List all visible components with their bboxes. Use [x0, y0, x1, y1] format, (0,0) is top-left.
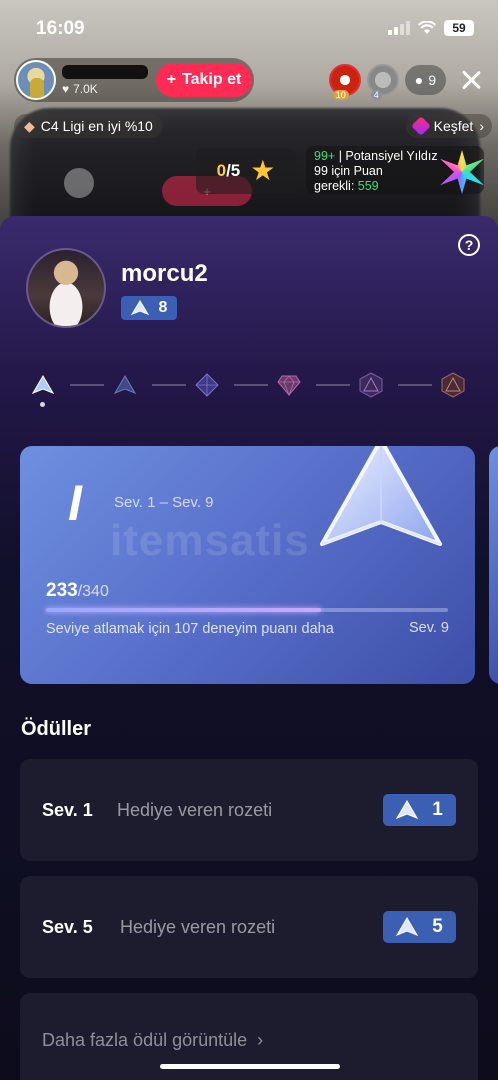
tier-6-icon[interactable]: [440, 372, 466, 398]
tier-1-icon[interactable]: [30, 372, 56, 398]
diamond-icon: ◆: [24, 117, 35, 134]
tier-5-icon[interactable]: [358, 372, 384, 398]
potential-rank: 99+: [314, 149, 336, 163]
level-number: 8: [158, 299, 168, 316]
shield-triangle-icon: [396, 800, 419, 819]
plus-icon: +: [166, 71, 177, 88]
wifi-icon: [418, 21, 436, 34]
reward-row[interactable]: Sev. 5 Hediye veren rozeti 5: [20, 876, 478, 978]
host-likes: ♥ 7.0K: [62, 82, 152, 96]
tier-range: Sev. 1 – Sev. 9: [114, 494, 214, 511]
follow-button[interactable]: + Takip et: [156, 63, 252, 97]
chevron-right-icon: ›: [479, 118, 484, 134]
tier-connector: [316, 384, 350, 386]
battery-indicator: 59: [444, 20, 474, 36]
next-level-label: Sev. 9: [408, 620, 449, 636]
reward-name: Hediye veren rozeti: [120, 917, 276, 937]
tier-large-triangle-icon: [320, 446, 442, 546]
tier-4-icon[interactable]: [276, 372, 302, 398]
tier-connector: [152, 384, 186, 386]
person-icon: ●: [414, 72, 424, 88]
status-icons: 59: [388, 20, 474, 36]
help-icon[interactable]: ?: [458, 234, 480, 256]
host-name-redacted: [62, 64, 148, 79]
league-text: C4 Ligi en iyi %10: [40, 118, 153, 134]
reward-badge: 5: [383, 911, 456, 943]
explore-label: Keşfet: [433, 118, 474, 134]
more-rewards-link[interactable]: Daha fazla ödül görüntüle ›: [42, 1030, 263, 1051]
reward-badge: 1: [383, 794, 456, 826]
xp-current: 233: [46, 580, 78, 601]
chevron-right-icon: ›: [257, 1030, 264, 1050]
reward-badge-level: 1: [432, 799, 443, 820]
viewer-badge: 4: [370, 90, 382, 100]
xp-max: /340: [77, 583, 109, 600]
heart-icon: ♥: [62, 81, 70, 96]
viewer-count: 9: [428, 72, 436, 88]
host-pill[interactable]: ♥ 7.0K + Takip et: [14, 58, 254, 102]
shield-triangle-icon: [130, 300, 149, 316]
top-viewer-1[interactable]: 10: [328, 64, 361, 100]
viewer-count-button[interactable]: ● 9: [404, 65, 446, 95]
tier-3-icon[interactable]: [194, 372, 220, 398]
host-info: ♥ 7.0K: [62, 64, 152, 96]
potential-title: Potansiyel Yıldız: [345, 149, 438, 163]
watermark: itemsatis: [110, 516, 310, 565]
more-rewards-label: Daha fazla ödül görüntüle: [42, 1030, 248, 1050]
profile-avatar: [26, 248, 106, 328]
explore-button[interactable]: Keşfet ›: [405, 114, 492, 138]
xp-progress-bar: [46, 608, 448, 612]
next-tier-card-peek[interactable]: [489, 446, 498, 684]
shield-triangle-icon: [396, 917, 419, 936]
xp-note: Seviye atlamak için 107 deneyim puanı da…: [46, 621, 334, 637]
level-path: [30, 372, 470, 408]
follow-label: Takip et: [182, 71, 242, 88]
reward-badge-level: 5: [432, 916, 443, 937]
level-tier-card[interactable]: I Sev. 1 – Sev. 9 itemsatis 233/340 Sevi…: [20, 446, 475, 684]
signal-icon: [388, 21, 410, 35]
tier-connector: [70, 384, 104, 386]
tier-2-icon[interactable]: [112, 372, 138, 398]
tier-connector: [398, 384, 432, 386]
status-bar: 16:09 59: [0, 0, 498, 56]
profile-username: morcu2: [121, 260, 208, 287]
quest-count: 0/5: [217, 161, 241, 181]
top-viewer-2[interactable]: 4: [366, 64, 399, 100]
host-likes-count: 7.0K: [73, 81, 98, 96]
quest-done: 0: [216, 161, 227, 180]
star-icon: ★: [250, 155, 276, 186]
close-icon[interactable]: [456, 65, 486, 95]
reward-name: Hediye veren rozeti: [117, 800, 273, 820]
explore-gem-icon: [410, 116, 431, 136]
rewards-title: Ödüller: [21, 718, 92, 740]
quest-progress[interactable]: 0/5 ★: [196, 148, 296, 194]
status-time: 16:09: [36, 18, 85, 39]
host-avatar[interactable]: [16, 60, 56, 100]
quest-total: /5: [226, 161, 241, 180]
reward-row[interactable]: Sev. 1 Hediye veren rozeti 1: [20, 759, 478, 861]
gifter-level-sheet: ? morcu2 8 I Sev. 1 – Sev. 9 itemsatis 2…: [0, 216, 498, 1080]
league-pill[interactable]: ◆ C4 Ligi en iyi %10: [14, 114, 163, 138]
potential-points: 559: [357, 179, 379, 193]
viewer-badge: 10: [332, 90, 349, 100]
xp-progress-fill: [46, 608, 322, 612]
home-indicator: [160, 1064, 340, 1069]
tier-roman: I: [68, 475, 82, 531]
level-badge: 8: [121, 296, 177, 320]
top-right-cluster: 10 4 ● 9: [328, 64, 486, 100]
reward-level: Sev. 5: [42, 917, 93, 937]
stream-ghost-avatar: [64, 168, 94, 198]
tier-connector: [234, 384, 268, 386]
potential-line3-prefix: gerekli:: [314, 179, 355, 193]
active-tier-dot: [40, 402, 45, 407]
reward-level: Sev. 1: [42, 800, 93, 820]
xp-counter: 233/340: [46, 580, 109, 602]
